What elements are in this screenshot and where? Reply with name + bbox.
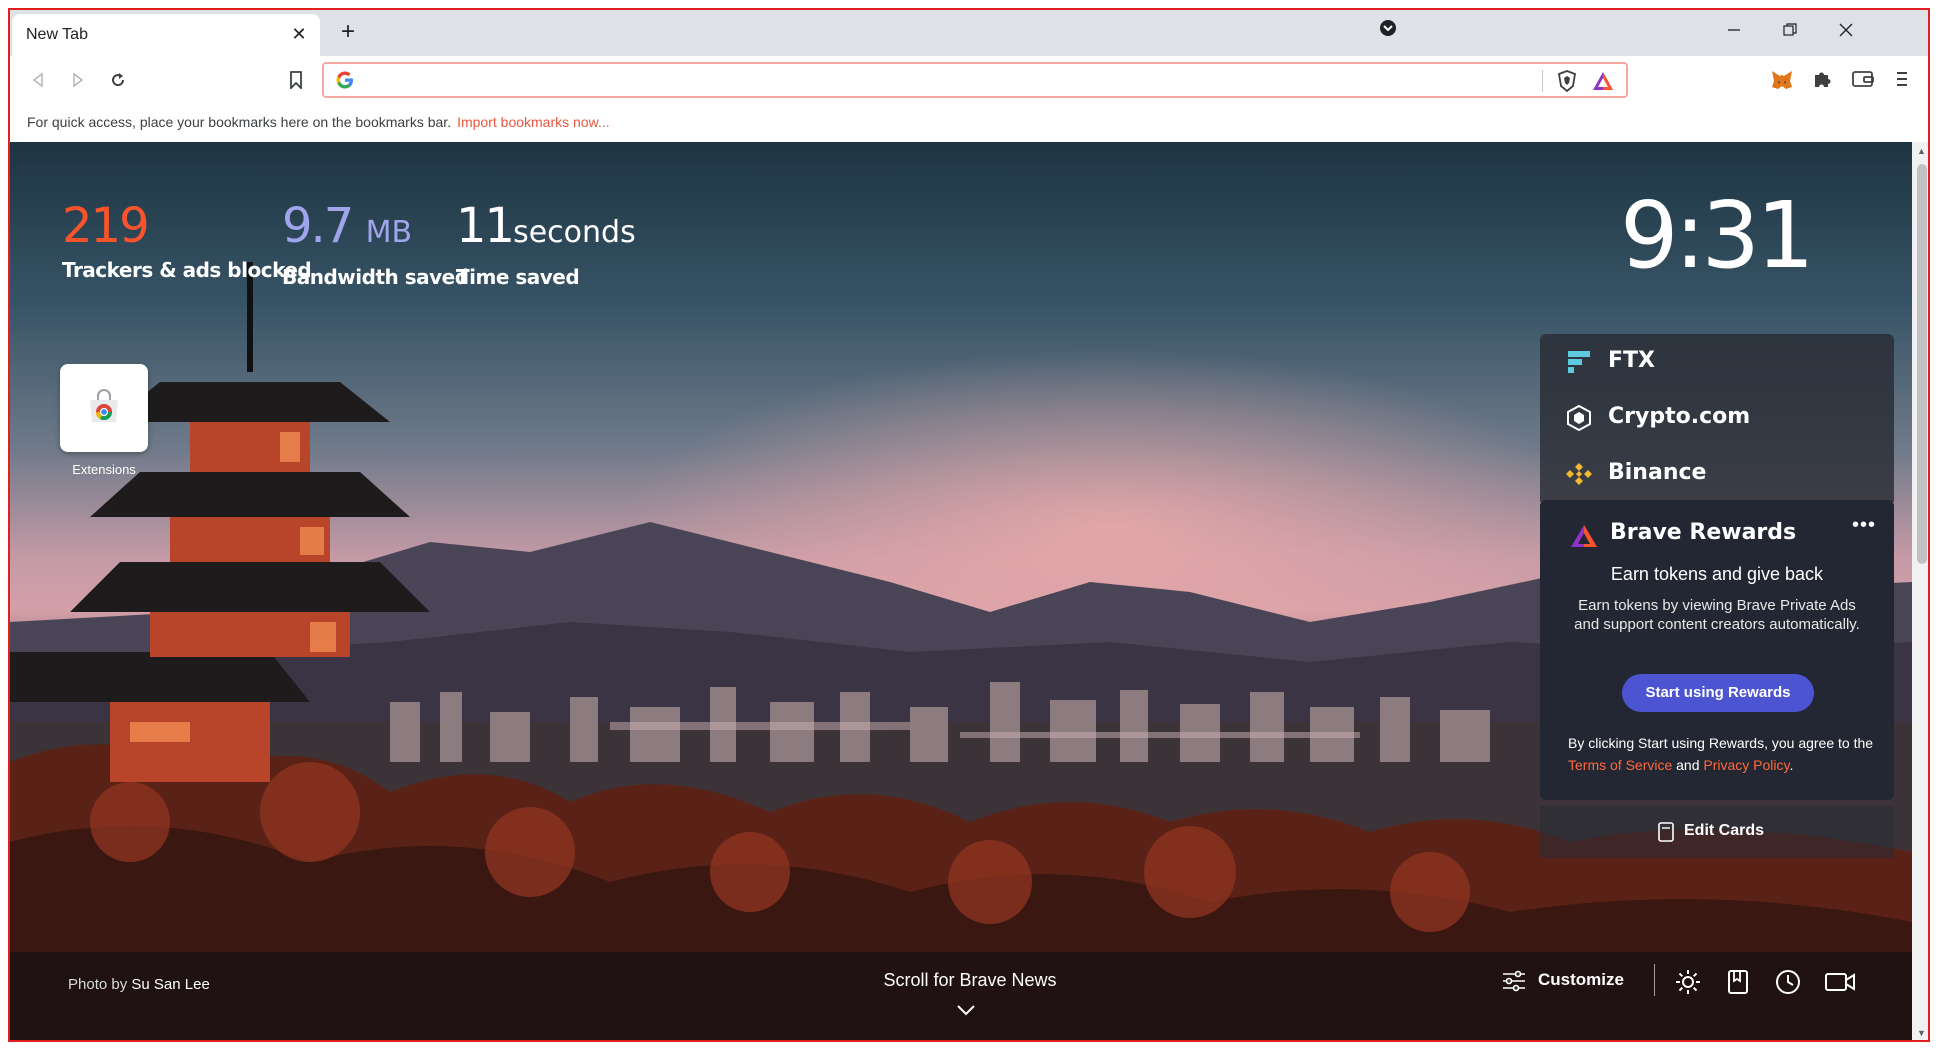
settings-gear-icon[interactable] bbox=[1674, 968, 1702, 996]
page-scrollbar[interactable]: ▲ ▼ bbox=[1912, 142, 1928, 1040]
customize-label: Customize bbox=[1538, 970, 1624, 989]
restore-button[interactable] bbox=[1768, 18, 1812, 48]
widget-binance-label: Binance bbox=[1608, 460, 1707, 485]
widget-crypto-com-label: Crypto.com bbox=[1608, 404, 1751, 429]
photo-credit-author[interactable]: Su San Lee bbox=[131, 976, 209, 993]
brave-rewards-title: Brave Rewards bbox=[1610, 520, 1797, 545]
time-saved-value: 11 bbox=[456, 198, 515, 254]
widget-binance[interactable]: Binance bbox=[1540, 446, 1894, 502]
bookmarks-bar: For quick access, place your bookmarks h… bbox=[10, 104, 1928, 142]
widget-ftx[interactable]: FTX bbox=[1540, 334, 1894, 390]
customize-separator bbox=[1654, 964, 1655, 996]
back-button[interactable] bbox=[24, 66, 52, 94]
browser-window: New Tab ✕ + For quick access, place your… bbox=[8, 8, 1930, 1042]
terms-suffix: . bbox=[1789, 757, 1794, 773]
bandwidth-saved-unit: MB bbox=[365, 215, 413, 250]
ftx-icon bbox=[1568, 351, 1590, 373]
brave-rewards-card: Brave Rewards ••• Earn tokens and give b… bbox=[1540, 500, 1894, 800]
bookmarks-bar-message: For quick access, place your bookmarks h… bbox=[27, 114, 452, 130]
brave-shields-icon[interactable] bbox=[1556, 70, 1578, 92]
bandwidth-saved-label: Bandwidth saved bbox=[282, 265, 469, 289]
tab-strip: New Tab ✕ + bbox=[10, 10, 1928, 56]
clock[interactable]: 9:31 bbox=[1620, 182, 1815, 289]
brave-rewards-subtitle: Earn tokens and give back bbox=[1610, 564, 1824, 584]
reload-button[interactable] bbox=[104, 66, 132, 94]
photo-credit: Photo by Su San Lee bbox=[68, 976, 210, 993]
edit-cards-label: Edit Cards bbox=[1684, 822, 1765, 839]
binance-icon bbox=[1566, 463, 1592, 485]
reload-icon bbox=[112, 73, 125, 87]
close-window-button[interactable] bbox=[1824, 18, 1868, 48]
time-saved-unit: seconds bbox=[513, 215, 636, 250]
bookmarks-icon[interactable] bbox=[1724, 968, 1752, 996]
more-options-icon[interactable]: ••• bbox=[1852, 514, 1876, 537]
bandwidth-saved-stat: 9.7 MB Bandwidth saved bbox=[282, 198, 469, 289]
chrome-web-store-icon bbox=[90, 389, 118, 422]
bookmark-button[interactable] bbox=[282, 66, 310, 94]
terms-and: and bbox=[1672, 757, 1704, 773]
restore-icon bbox=[1783, 23, 1797, 36]
trackers-blocked-count: 219 bbox=[62, 198, 150, 254]
import-bookmarks-link[interactable]: Import bookmarks now... bbox=[457, 114, 610, 130]
sliders-icon bbox=[1503, 970, 1525, 992]
photo-credit-prefix: Photo by bbox=[68, 976, 132, 993]
brave-rewards-terms: By clicking Start using Rewards, you agr… bbox=[1568, 732, 1878, 776]
scroll-thumb[interactable] bbox=[1917, 164, 1927, 564]
widget-ftx-label: FTX bbox=[1608, 348, 1655, 373]
privacy-policy-link[interactable]: Privacy Policy bbox=[1703, 757, 1789, 773]
history-icon[interactable] bbox=[1774, 968, 1802, 996]
crypto-com-icon bbox=[1567, 405, 1591, 431]
omnibox-separator bbox=[1542, 70, 1543, 92]
google-icon bbox=[336, 71, 353, 89]
extensions-puzzle-icon[interactable] bbox=[1812, 69, 1832, 89]
new-tab-button[interactable]: + bbox=[334, 19, 362, 47]
minimize-icon bbox=[1728, 29, 1740, 31]
scroll-down-arrow-icon[interactable]: ▼ bbox=[1917, 1028, 1926, 1038]
tab-search-button[interactable] bbox=[1366, 18, 1410, 48]
metamask-fox-icon[interactable] bbox=[1770, 69, 1794, 91]
back-arrow-icon bbox=[32, 72, 43, 88]
brave-talk-camera-icon[interactable] bbox=[1824, 968, 1856, 996]
menu-icon[interactable] bbox=[1896, 70, 1908, 88]
top-site-extensions-label[interactable]: Extensions bbox=[50, 462, 158, 477]
start-using-rewards-button[interactable]: Start using Rewards bbox=[1622, 674, 1814, 712]
tab-new-tab[interactable]: New Tab ✕ bbox=[12, 14, 320, 56]
edit-cards-button[interactable]: Edit Cards bbox=[1540, 806, 1894, 858]
top-site-extensions[interactable] bbox=[60, 364, 148, 452]
address-bar[interactable] bbox=[322, 62, 1628, 98]
bookmark-icon bbox=[290, 71, 302, 89]
chevron-down-icon[interactable] bbox=[956, 1004, 976, 1016]
close-window-icon bbox=[1839, 23, 1853, 37]
tab-title: New Tab bbox=[26, 26, 88, 43]
close-icon[interactable]: ✕ bbox=[288, 23, 310, 45]
bandwidth-saved-value: 9.7 bbox=[282, 198, 354, 254]
time-saved-label: Time saved bbox=[456, 265, 580, 289]
toolbar bbox=[10, 56, 1928, 104]
edit-cards-icon bbox=[1658, 822, 1674, 842]
brave-rewards-description: Earn tokens by viewing Brave Private Ads… bbox=[1574, 597, 1860, 633]
brave-rewards-icon[interactable] bbox=[1592, 71, 1614, 91]
terms-of-service-link[interactable]: Terms of Service bbox=[1568, 757, 1672, 773]
wallet-icon[interactable] bbox=[1852, 70, 1874, 88]
minimize-button[interactable] bbox=[1712, 18, 1756, 48]
forward-button[interactable] bbox=[64, 66, 92, 94]
chevron-down-circle-icon bbox=[1380, 20, 1396, 36]
time-saved-stat: 11seconds Time saved bbox=[456, 198, 636, 289]
customize-button[interactable]: Customize bbox=[1490, 962, 1640, 998]
new-tab-page: 219 Trackers & ads blocked 9.7 MB Bandwi… bbox=[10, 142, 1912, 1040]
scroll-up-arrow-icon[interactable]: ▲ bbox=[1917, 146, 1926, 156]
background-pagoda bbox=[10, 262, 430, 782]
widget-crypto-com[interactable]: Crypto.com bbox=[1540, 390, 1894, 446]
trackers-blocked-stat: 219 Trackers & ads blocked bbox=[62, 198, 312, 282]
terms-prefix: By clicking Start using Rewards, you agr… bbox=[1568, 735, 1874, 751]
brave-rewards-logo-icon bbox=[1571, 525, 1597, 547]
scroll-for-brave-news[interactable]: Scroll for Brave News bbox=[840, 970, 1100, 991]
forward-arrow-icon bbox=[73, 72, 84, 88]
trackers-blocked-label: Trackers & ads blocked bbox=[62, 258, 312, 282]
